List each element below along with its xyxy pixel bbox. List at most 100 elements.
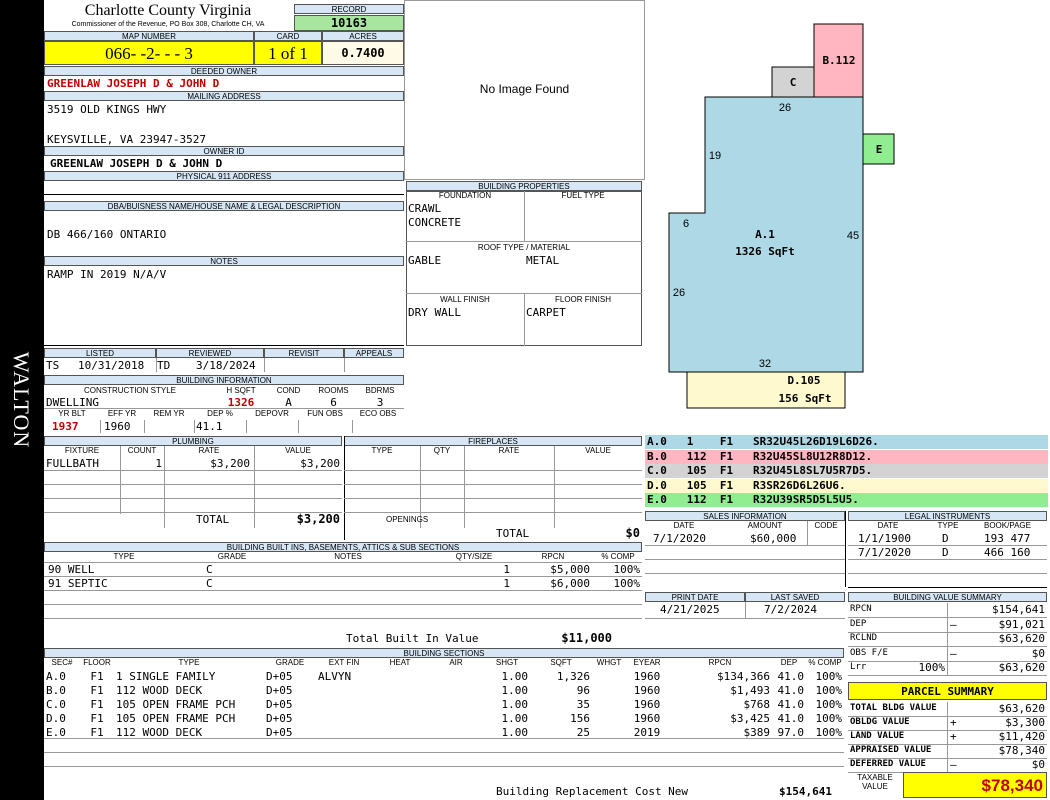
hsqft-label: H SQFT [226, 386, 256, 395]
parcel-summary-label: OBLDG VALUE [850, 717, 910, 727]
built-ins-type-header: TYPE [113, 552, 135, 561]
divider [947, 603, 948, 675]
section-dep: 41.0 [777, 670, 805, 683]
depovr-label: DEPOVR [255, 409, 289, 418]
parcel-summary-title: PARCEL SUMMARY [848, 682, 1047, 700]
section-sqft: 156 [570, 712, 590, 725]
divider [845, 511, 846, 587]
sketch-dim: 6 [683, 218, 689, 230]
fireplace-total: $0 [625, 526, 640, 540]
divider [344, 470, 642, 471]
legend-row: B.0 112 F1 R32U45SL8U12R8D12. [645, 449, 1048, 464]
cond-label: COND [276, 386, 301, 395]
section-header-cell: WHGT [596, 658, 622, 667]
divider [44, 604, 642, 605]
legal-date-header: DATE [877, 521, 899, 530]
section-header-cell: FLOOR [83, 658, 111, 667]
plumbing-count-header: COUNT [127, 446, 157, 455]
parcel-summary-value: $11,420 [998, 730, 1045, 743]
built-in-grade: C [206, 563, 213, 576]
built-in-qty: 1 [503, 563, 510, 576]
section-ext: ALVYN [318, 670, 352, 683]
district-label: WALTON [9, 351, 34, 449]
value-summary-title: BUILDING VALUE SUMMARY [848, 592, 1047, 602]
section-comp: 100% [815, 684, 843, 697]
floor-finish-label: FLOOR FINISH [554, 295, 611, 304]
fireplace-value-header: VALUE [585, 446, 611, 455]
parcel-summary-sign: + [950, 716, 957, 729]
section-shgt: 1.00 [501, 712, 529, 725]
legal-date: 7/1/2020 [858, 546, 911, 559]
construction-style-label: CONSTRUCTION STYLE [83, 386, 176, 395]
parcel-summary-value: $78,340 [998, 744, 1045, 757]
yrblt-label: YR BLT [58, 409, 86, 418]
value-summary-pct: 100% [918, 661, 946, 674]
last-saved-date: 7/2/2024 [764, 603, 817, 616]
section-eyear: 1960 [633, 684, 661, 697]
section-sec: C.0 [46, 698, 66, 711]
section-header-cell: AIR [449, 658, 463, 667]
print-date: 4/21/2025 [660, 603, 720, 616]
built-in-comp: 100% [613, 577, 641, 590]
sections-total-label: Building Replacement Cost New [496, 785, 689, 798]
divider [645, 573, 845, 574]
divider [645, 545, 845, 546]
roof-material: METAL [526, 254, 560, 267]
record-label: RECORD [294, 4, 404, 14]
sketch-dim: 26 [673, 287, 685, 299]
section-grade: D+05 [266, 684, 293, 697]
mailing-address-label: MAILING ADDRESS [44, 91, 404, 101]
rooms-label: ROOMS [318, 386, 349, 395]
ecoobs-label: ECO OBS [359, 409, 397, 418]
value-summary-value: $63,620 [998, 661, 1045, 674]
divider [264, 358, 265, 372]
bdrms-label: BDRMS [365, 386, 395, 395]
section-sqft: 1,326 [556, 670, 590, 683]
divider [44, 738, 844, 739]
section-header-cell: % COMP [808, 658, 842, 667]
acres-value: 0.7400 [322, 41, 404, 65]
building-properties-title: BUILDING PROPERTIES [406, 181, 642, 191]
divider [44, 345, 404, 346]
section-grade: D+05 [266, 670, 293, 683]
last-saved-label: LAST SAVED [745, 592, 845, 602]
taxable-value-label: TAXABLE VALUE [857, 773, 893, 791]
divider [194, 420, 195, 433]
fireplace-type-header: TYPE [371, 446, 393, 455]
divider [848, 675, 1047, 676]
section-type: 1 SINGLE FAMILY [116, 670, 216, 683]
divider [44, 484, 342, 485]
plumbing-fixture-header: FIXTURE [64, 446, 100, 455]
notes-label: NOTES [44, 256, 404, 266]
section-header-cell: DEP [780, 658, 798, 667]
fireplace-qty-header: QTY [433, 446, 451, 455]
plumbing-value: $3,200 [300, 457, 340, 470]
card-label: CARD [254, 31, 322, 41]
wall-finish: DRY WALL [408, 306, 461, 319]
divider [464, 446, 465, 528]
divider [344, 358, 345, 372]
value-summary-value: $0 [1031, 646, 1045, 660]
divider [344, 436, 345, 540]
divider [344, 498, 642, 499]
section-floor: F1 [90, 712, 104, 725]
reviewed-date: 3/18/2024 [196, 359, 256, 372]
sketch-label-c: C [790, 76, 797, 89]
divider [524, 293, 525, 346]
plumbing-rate-header: RATE [198, 446, 220, 455]
remyr-label: REM YR [153, 409, 185, 418]
commissioner-line: Commissioner of the Revenue, PO Box 308,… [71, 21, 265, 28]
value-summary-label: Lrr [850, 662, 867, 672]
section-sec: A.0 [46, 670, 66, 683]
section-header-cell: SEC# [51, 658, 73, 667]
plumbing-total: $3,200 [296, 512, 340, 526]
building-sketch: A.1 1326 SqFt B.112 C D.105 156 SqFt E 2… [668, 23, 895, 409]
sales-code-header: CODE [814, 521, 838, 530]
divider [745, 602, 746, 618]
sections-title: BUILDING SECTIONS [44, 648, 844, 658]
divider [645, 559, 845, 560]
divider [406, 241, 642, 242]
built-ins-rpcn-header: RPCN [541, 552, 565, 561]
map-number-label: MAP NUMBER [44, 31, 254, 41]
built-ins-title: BUILDING BUILT INS, BASEMENTS, ATTICS & … [44, 542, 642, 552]
